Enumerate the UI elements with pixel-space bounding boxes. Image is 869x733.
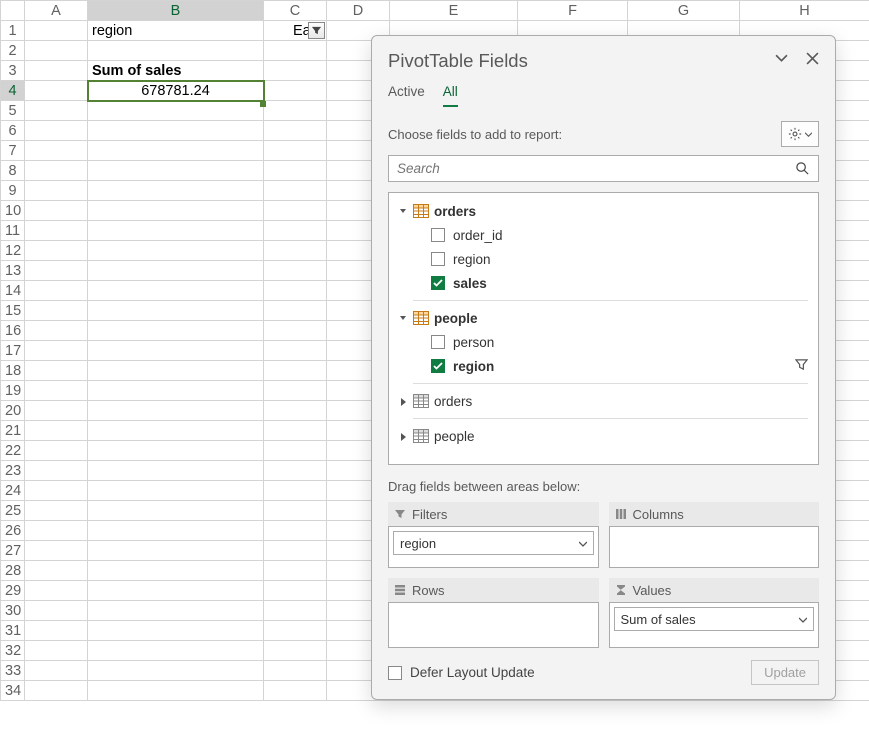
tree-field-order-id[interactable]: order_id: [399, 223, 808, 247]
update-button[interactable]: Update: [751, 660, 819, 685]
collapse-icon[interactable]: [399, 204, 409, 219]
filter-icon: [394, 508, 406, 520]
expand-icon[interactable]: [399, 394, 407, 409]
tree-table-people-collapsed[interactable]: people: [399, 424, 808, 448]
col-A[interactable]: A: [25, 1, 88, 21]
checkbox-checked-icon[interactable]: [431, 359, 445, 373]
defer-layout-checkbox[interactable]: [388, 666, 402, 680]
values-item-sum-of-sales[interactable]: Sum of sales: [614, 607, 815, 631]
close-icon[interactable]: [806, 52, 819, 70]
tree-table-label: people: [434, 311, 478, 326]
chevron-down-icon: [805, 131, 812, 138]
filter-icon[interactable]: [795, 358, 808, 374]
column-headers[interactable]: A B C D E F G H: [1, 1, 869, 21]
chevron-down-icon[interactable]: [579, 536, 587, 551]
col-E[interactable]: E: [390, 1, 518, 21]
col-G[interactable]: G: [628, 1, 740, 21]
col-H[interactable]: H: [740, 1, 869, 21]
tab-all[interactable]: All: [443, 84, 458, 107]
checkbox-icon[interactable]: [431, 228, 445, 242]
pivottable-fields-panel: PivotTable Fields Active All Choose fiel…: [371, 35, 836, 700]
table-icon: [413, 204, 429, 218]
area-rows[interactable]: Rows: [388, 578, 599, 648]
choose-fields-label: Choose fields to add to report:: [388, 127, 781, 142]
panel-tabs: Active All: [388, 84, 819, 107]
field-list[interactable]: orders order_id region sales people pers…: [388, 192, 819, 465]
search-icon: [795, 161, 810, 176]
col-F[interactable]: F: [518, 1, 628, 21]
tree-table-label: orders: [434, 204, 476, 219]
drag-areas-label: Drag fields between areas below:: [372, 465, 835, 502]
col-C[interactable]: C: [264, 1, 327, 21]
cell-B3[interactable]: Sum of sales: [88, 61, 264, 81]
gear-icon: [788, 127, 802, 141]
checkbox-icon[interactable]: [431, 335, 445, 349]
area-columns[interactable]: Columns: [609, 502, 820, 568]
table-icon: [413, 311, 429, 325]
search-field[interactable]: [397, 161, 795, 176]
row-2[interactable]: 2: [1, 41, 25, 61]
tree-table-orders-collapsed[interactable]: orders: [399, 389, 808, 413]
chevron-down-icon[interactable]: [775, 52, 788, 70]
tree-field-people-region[interactable]: region: [399, 354, 808, 378]
cell-B4-selected[interactable]: 678781.24: [88, 81, 264, 101]
expand-icon[interactable]: [399, 429, 407, 444]
checkbox-checked-icon[interactable]: [431, 276, 445, 290]
tree-table-orders[interactable]: orders: [399, 199, 808, 223]
panel-title: PivotTable Fields: [388, 50, 775, 72]
filters-item-region[interactable]: region: [393, 531, 594, 555]
cell-B1[interactable]: region: [88, 21, 264, 41]
row-1[interactable]: 1: [1, 21, 25, 41]
columns-icon: [615, 508, 627, 520]
area-values[interactable]: Values Sum of sales: [609, 578, 820, 648]
tree-field-person[interactable]: person: [399, 330, 808, 354]
col-B[interactable]: B: [88, 1, 264, 21]
filter-dropdown-icon[interactable]: [308, 22, 325, 39]
chevron-down-icon[interactable]: [799, 612, 807, 627]
table-icon: [413, 394, 429, 408]
tree-field-orders-region[interactable]: region: [399, 247, 808, 271]
collapse-icon[interactable]: [399, 311, 409, 326]
fill-handle[interactable]: [260, 101, 266, 107]
tools-gear-button[interactable]: [781, 121, 819, 147]
row-4[interactable]: 4: [1, 81, 25, 101]
row-3[interactable]: 3: [1, 61, 25, 81]
checkbox-icon[interactable]: [431, 252, 445, 266]
rows-icon: [394, 584, 406, 596]
tree-table-people[interactable]: people: [399, 306, 808, 330]
tab-active[interactable]: Active: [388, 84, 425, 107]
table-icon: [413, 429, 429, 443]
search-input[interactable]: [388, 155, 819, 182]
defer-layout-label: Defer Layout Update: [410, 665, 751, 680]
col-D[interactable]: D: [327, 1, 390, 21]
sigma-icon: [615, 584, 627, 596]
tree-field-sales[interactable]: sales: [399, 271, 808, 295]
cell-C1[interactable]: East: [264, 21, 327, 41]
area-filters[interactable]: Filters region: [388, 502, 599, 568]
